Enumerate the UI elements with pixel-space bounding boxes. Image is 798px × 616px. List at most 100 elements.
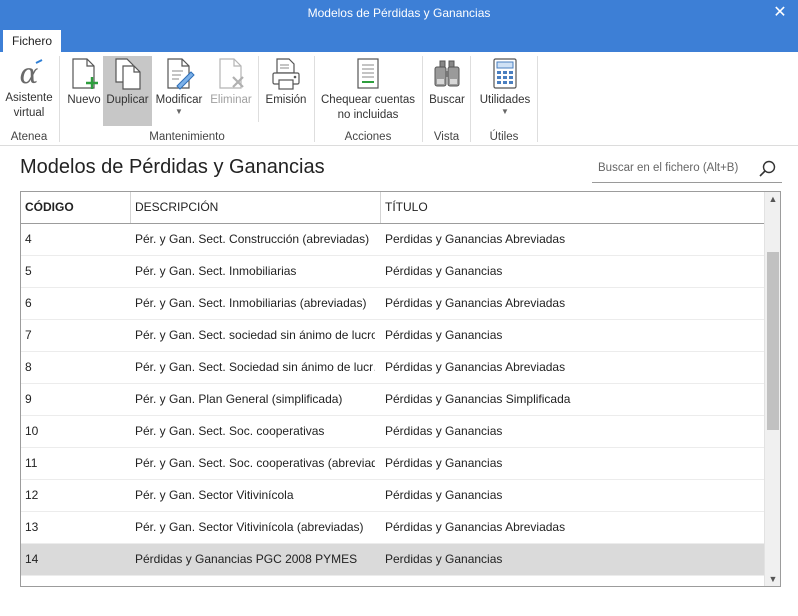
ribbon-tab-bar: Fichero: [0, 28, 798, 52]
scroll-down-icon[interactable]: ▼: [765, 574, 780, 584]
chequear-cuentas-label: Chequear cuentas no incluidas: [321, 94, 415, 121]
cell-codigo: 11: [25, 456, 38, 470]
cell-titulo: Pérdidas y Ganancias: [385, 328, 503, 342]
tab-fichero[interactable]: Fichero: [3, 30, 62, 52]
cell-titulo: Pérdidas y Ganancias: [385, 424, 503, 438]
table-row[interactable]: 11 Pér. y Gan. Sect. Soc. cooperativas (a…: [21, 448, 765, 480]
duplicar-label: Duplicar: [106, 94, 149, 106]
binoculars-icon: [434, 60, 460, 87]
duplicate-icon: [114, 58, 141, 90]
alpha-icon: α: [20, 57, 43, 89]
cell-titulo: Pérdidas y Ganancias Abreviadas: [385, 520, 566, 534]
svg-text:α: α: [20, 57, 39, 89]
group-label-atenea: Atenea: [10, 131, 48, 143]
eliminar-label: Eliminar: [210, 94, 252, 106]
cell-descripcion: Pér. y Gan. Plan General (simplificada): [135, 392, 343, 406]
asistente-virtual-button[interactable]: α Asistente virtual: [2, 56, 56, 126]
table-row[interactable]: 6 Pér. y Gan. Sect. Inmobiliarias (abrevi…: [21, 288, 765, 320]
table-header: CÓDIGO DESCRIPCIÓN TÍTULO: [21, 192, 765, 224]
chevron-down-icon: ▼: [501, 107, 509, 116]
cell-codigo: 7: [25, 328, 32, 342]
cell-titulo: Perdidas y Ganancias: [385, 552, 503, 566]
column-header-titulo[interactable]: TÍTULO: [381, 192, 765, 223]
cell-titulo: Perdidas y Ganancias Abreviadas: [385, 232, 566, 246]
table-row[interactable]: 9 Pér. y Gan. Plan General (simplificada)…: [21, 384, 765, 416]
utilidades-label: Utilidades: [479, 94, 531, 106]
close-icon[interactable]: ✕: [768, 1, 792, 25]
ribbon-group-utiles: Utilidades ▼ Útiles: [471, 52, 537, 146]
cell-codigo: 8: [25, 360, 32, 374]
cell-titulo: Pérdidas y Ganancias: [385, 456, 503, 470]
emision-button[interactable]: Emisión: [263, 56, 309, 126]
cell-titulo: Pérdidas y Ganancias: [385, 488, 503, 502]
asistente-virtual-label: Asistente virtual: [5, 92, 53, 119]
buscar-label: Buscar: [429, 94, 465, 106]
window-title: Modelos de Pérdidas y Ganancias: [307, 6, 491, 20]
cell-titulo: Pérdidas y Ganancias Simplificada: [385, 392, 571, 406]
modificar-button[interactable]: Modificar ▼: [153, 56, 205, 126]
column-header-codigo[interactable]: CÓDIGO: [21, 192, 131, 223]
page-title: Modelos de Pérdidas y Ganancias: [20, 156, 325, 178]
table-row[interactable]: 8 Pér. y Gan. Sect. Sociedad sin ánimo de…: [21, 352, 765, 384]
group-label-vista: Vista: [433, 131, 460, 143]
eliminar-button: Eliminar: [208, 56, 254, 126]
title-bar: Modelos de Pérdidas y Ganancias ✕: [0, 0, 798, 28]
calculator-icon: [493, 58, 517, 89]
cell-titulo: Pérdidas y Ganancias Abreviadas: [385, 296, 566, 310]
column-header-descripcion[interactable]: DESCRIPCIÓN: [131, 192, 381, 223]
group-label-acciones: Acciones: [344, 131, 392, 143]
nuevo-label: Nuevo: [67, 94, 101, 106]
cell-descripcion: Pér. y Gan. Sector Vitivinícola (abrevia…: [135, 520, 364, 534]
ribbon-group-vista: Buscar Vista: [423, 52, 470, 146]
emision-label: Emisión: [265, 94, 307, 106]
scrollbar-thumb[interactable]: [767, 252, 779, 430]
chequear-cuentas-button[interactable]: Chequear cuentas no incluidas: [318, 56, 418, 126]
cell-descripcion: Pér. y Gan. Sect. Soc. cooperativas (abr…: [135, 456, 375, 470]
buscar-button[interactable]: Buscar: [425, 56, 469, 126]
cell-codigo: 13: [25, 520, 39, 534]
modificar-label: Modificar: [155, 94, 203, 106]
search-icon[interactable]: [758, 159, 778, 179]
search-input[interactable]: Buscar en el fichero (Alt+B): [598, 162, 738, 174]
cell-descripcion: Pér. y Gan. Sect. Soc. cooperativas: [135, 424, 325, 438]
print-icon: [272, 58, 300, 90]
table-row[interactable]: 4 Pér. y Gan. Sect. Construcción (abrevia…: [21, 224, 765, 256]
ribbon-separator: [537, 56, 538, 142]
cell-codigo: 6: [25, 296, 32, 310]
models-table: CÓDIGO DESCRIPCIÓN TÍTULO 4 Pér. y Gan. S…: [20, 191, 781, 587]
cell-descripcion: Pér. y Gan. Sect. Inmobiliarias: [135, 264, 297, 278]
cell-descripcion: Pér. y Gan. Sect. sociedad sin ánimo de …: [135, 328, 375, 342]
cell-codigo: 12: [25, 488, 39, 502]
cell-codigo: 10: [25, 424, 39, 438]
cell-codigo: 5: [25, 264, 32, 278]
new-document-icon: [72, 58, 98, 89]
cell-codigo: 4: [25, 232, 32, 246]
table-row[interactable]: 5 Pér. y Gan. Sect. Inmobiliarias Pérdidas…: [21, 256, 765, 288]
table-row[interactable]: 14 Pérdidas y Ganancias PGC 2008 PYMES Per…: [21, 544, 765, 576]
cell-descripcion: Pér. y Gan. Sect. Inmobiliarias (abrevia…: [135, 296, 367, 310]
chevron-down-icon: ▼: [175, 107, 183, 116]
table-row[interactable]: 10 Pér. y Gan. Sect. Soc. cooperativas Pér…: [21, 416, 765, 448]
ribbon-group-atenea: α Asistente virtual Atenea: [0, 52, 58, 146]
vertical-scrollbar[interactable]: ▲ ▼: [764, 192, 780, 586]
scroll-up-icon[interactable]: ▲: [765, 194, 780, 204]
utilidades-button[interactable]: Utilidades ▼: [475, 56, 535, 126]
duplicar-button[interactable]: Duplicar: [103, 56, 152, 126]
cell-codigo: 14: [25, 552, 39, 566]
table-row[interactable]: 13 Pér. y Gan. Sector Vitivinícola (abrev…: [21, 512, 765, 544]
cell-titulo: Pérdidas y Ganancias Abreviadas: [385, 360, 566, 374]
cell-descripcion: Pér. y Gan. Sect. Construcción (abreviad…: [135, 232, 370, 246]
table-row[interactable]: 7 Pér. y Gan. Sect. sociedad sin ánimo de…: [21, 320, 765, 352]
ribbon: α Asistente virtual Atenea Nuevo Duplica…: [0, 52, 798, 146]
nuevo-button[interactable]: Nuevo: [64, 56, 104, 126]
ribbon-group-mantenimiento: Nuevo Duplicar Modificar ▼ Eliminar Emis…: [60, 52, 314, 146]
cell-descripcion: Pérdidas y Ganancias PGC 2008 PYMES: [135, 552, 358, 566]
table-row[interactable]: 12 Pér. y Gan. Sector Vitivinícola Pérdida…: [21, 480, 765, 512]
search-box[interactable]: Buscar en el fichero (Alt+B): [592, 155, 782, 183]
cell-descripcion: Pér. y Gan. Sector Vitivinícola: [135, 488, 294, 502]
ribbon-group-acciones: Chequear cuentas no incluidas Acciones: [315, 52, 421, 146]
group-label-mantenimiento: Mantenimiento: [149, 131, 225, 143]
group-label-utiles: Útiles: [489, 131, 519, 143]
delete-document-icon: [219, 58, 244, 89]
ribbon-separator: [258, 56, 259, 122]
